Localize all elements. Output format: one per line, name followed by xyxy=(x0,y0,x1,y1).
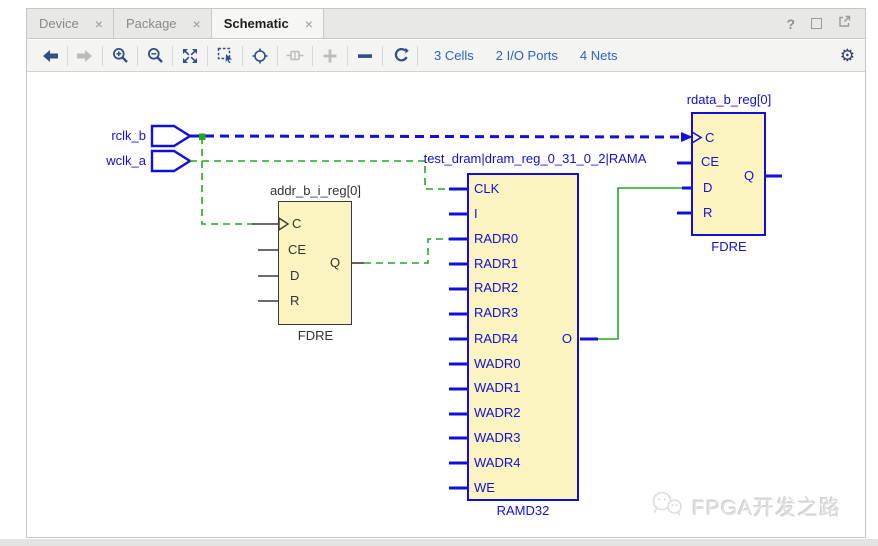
tab-package-close-icon[interactable]: × xyxy=(193,17,201,31)
cell-title-ram: test_dram|dram_reg_0_31_0_2|RAMA xyxy=(413,152,657,166)
cell-type-ram: RAMD32 xyxy=(467,504,579,518)
nets-link[interactable]: 4 Nets xyxy=(580,48,618,63)
pin-label-rdata-r: R xyxy=(703,206,712,220)
pin-label-ram-we: WE xyxy=(474,481,495,495)
watermark: FPGA开发之路 xyxy=(650,490,841,523)
wechat-logo-icon xyxy=(650,490,684,523)
pin-label-addr-r: R xyxy=(290,294,299,308)
pin-label-rdata-ce: CE xyxy=(701,155,719,169)
schematic-toolbar: 3 Cells 2 I/O Ports 4 Nets ⚙ xyxy=(27,40,865,72)
cell-title-addr-reg: addr_b_i_reg[0] xyxy=(253,184,378,198)
tab-device-label: Device xyxy=(39,16,79,31)
toolbar-separator xyxy=(417,46,418,66)
remove-button[interactable] xyxy=(348,43,382,69)
maximize-icon[interactable] xyxy=(811,18,822,29)
pin-label-ram-wadr0: WADR0 xyxy=(474,357,520,371)
pin-label-rdata-c: C xyxy=(705,131,714,145)
pin-label-addr-ce: CE xyxy=(288,243,306,257)
tab-device-close-icon[interactable]: × xyxy=(95,17,103,31)
tab-package[interactable]: Package × xyxy=(114,9,212,38)
add-button[interactable] xyxy=(313,43,347,69)
io-ports-link[interactable]: 2 I/O Ports xyxy=(496,48,558,63)
pin-label-ram-radr0: RADR0 xyxy=(474,232,518,246)
pin-label-ram-wadr1: WADR1 xyxy=(474,381,520,395)
zoom-in-button[interactable] xyxy=(103,43,137,69)
tab-schematic[interactable]: Schematic × xyxy=(212,9,324,38)
pin-label-ram-radr1: RADR1 xyxy=(474,257,518,271)
watermark-text: FPGA开发之路 xyxy=(692,492,841,522)
pin-label-addr-q: Q xyxy=(330,256,340,270)
port-label-rclk-b[interactable]: rclk_b xyxy=(78,129,146,143)
expand-cone-button[interactable] xyxy=(278,43,312,69)
pin-label-ram-radr4: RADR4 xyxy=(474,332,518,346)
tab-schematic-close-icon[interactable]: × xyxy=(305,17,313,31)
cell-type-addr-reg: FDRE xyxy=(279,329,352,343)
port-label-wclk-a[interactable]: wclk_a xyxy=(78,154,146,168)
regenerate-button[interactable] xyxy=(383,43,417,69)
zoom-fit-button[interactable] xyxy=(173,43,207,69)
pin-label-rdata-q: Q xyxy=(744,169,754,183)
forward-button[interactable] xyxy=(68,43,102,69)
pin-label-addr-c: C xyxy=(292,217,301,231)
vivado-schematic-window: Device × Package × Schematic × ? xyxy=(0,0,878,546)
cell-type-rdata-reg: FDRE xyxy=(692,240,766,254)
help-icon[interactable]: ? xyxy=(786,16,795,32)
panel-window-controls: ? xyxy=(786,9,865,38)
tab-bar: Device × Package × Schematic × ? xyxy=(27,9,865,39)
bottom-panel-edge xyxy=(0,539,878,546)
pin-label-ram-wadr4: WADR4 xyxy=(474,456,520,470)
pin-label-ram-i: I xyxy=(474,207,478,221)
cell-title-rdata-reg: rdata_b_reg[0] xyxy=(678,93,780,107)
pin-label-ram-clk: CLK xyxy=(474,182,499,196)
tab-schematic-label: Schematic xyxy=(224,16,289,31)
tab-device[interactable]: Device × xyxy=(27,9,114,38)
tab-package-label: Package xyxy=(126,16,177,31)
pin-label-ram-o: O xyxy=(552,332,572,346)
autofit-selection-button[interactable] xyxy=(243,43,277,69)
pin-label-ram-radr2: RADR2 xyxy=(474,281,518,295)
pin-label-ram-wadr2: WADR2 xyxy=(474,406,520,420)
pin-label-ram-radr3: RADR3 xyxy=(474,306,518,320)
back-button[interactable] xyxy=(33,43,67,69)
zoom-out-button[interactable] xyxy=(138,43,172,69)
pin-label-ram-wadr3: WADR3 xyxy=(474,431,520,445)
pin-label-rdata-d: D xyxy=(703,181,712,195)
pin-label-addr-d: D xyxy=(290,269,299,283)
cells-link[interactable]: 3 Cells xyxy=(434,48,474,63)
zoom-selection-button[interactable] xyxy=(208,43,242,69)
float-window-icon[interactable] xyxy=(838,15,851,33)
settings-gear-icon[interactable]: ⚙ xyxy=(840,47,855,64)
